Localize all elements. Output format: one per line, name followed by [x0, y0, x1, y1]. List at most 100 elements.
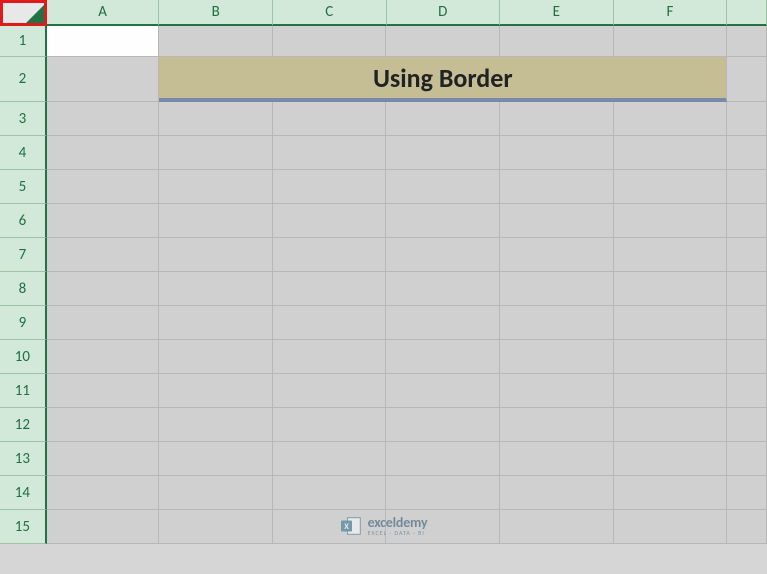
merged-title-cell[interactable]: Using Border [159, 57, 727, 102]
cell-B5[interactable] [159, 170, 273, 204]
row-header-12[interactable]: 12 [0, 408, 47, 442]
cell-A9[interactable] [47, 306, 160, 340]
row-header-2[interactable]: 2 [0, 57, 47, 102]
cell-E1[interactable] [500, 26, 614, 57]
cell-D13[interactable] [386, 442, 500, 476]
cell-G2[interactable] [727, 57, 767, 102]
row-header-14[interactable]: 14 [0, 476, 47, 510]
cell-C1[interactable] [273, 26, 387, 57]
cell-F13[interactable] [614, 442, 728, 476]
cell-A8[interactable] [47, 272, 160, 306]
cell-B8[interactable] [159, 272, 273, 306]
cell-F5[interactable] [614, 170, 728, 204]
cell-B4[interactable] [159, 136, 273, 170]
cell-F7[interactable] [614, 238, 728, 272]
cell-B12[interactable] [159, 408, 273, 442]
cell-D10[interactable] [386, 340, 500, 374]
cell-D11[interactable] [386, 374, 500, 408]
cell-C8[interactable] [273, 272, 387, 306]
cell-G9[interactable] [727, 306, 767, 340]
cell-E4[interactable] [500, 136, 614, 170]
cell-A13[interactable] [47, 442, 160, 476]
cell-D1[interactable] [386, 26, 500, 57]
row-header-7[interactable]: 7 [0, 238, 47, 272]
cell-A4[interactable] [47, 136, 160, 170]
cell-A1[interactable] [47, 26, 160, 57]
cell-F4[interactable] [614, 136, 728, 170]
cell-B14[interactable] [159, 476, 273, 510]
cell-F12[interactable] [614, 408, 728, 442]
cell-G6[interactable] [727, 204, 767, 238]
row-header-13[interactable]: 13 [0, 442, 47, 476]
cell-E13[interactable] [500, 442, 614, 476]
cell-F9[interactable] [614, 306, 728, 340]
cell-A15[interactable] [47, 510, 160, 544]
cell-E8[interactable] [500, 272, 614, 306]
cell-F8[interactable] [614, 272, 728, 306]
cell-E3[interactable] [500, 102, 614, 136]
cell-D5[interactable] [386, 170, 500, 204]
cell-B7[interactable] [159, 238, 273, 272]
column-header-B[interactable]: B [159, 0, 273, 26]
cell-E9[interactable] [500, 306, 614, 340]
cell-G15[interactable] [727, 510, 767, 544]
cell-C4[interactable] [273, 136, 387, 170]
cell-E14[interactable] [500, 476, 614, 510]
cell-A11[interactable] [47, 374, 160, 408]
cell-F14[interactable] [614, 476, 728, 510]
cell-G4[interactable] [727, 136, 767, 170]
column-header-C[interactable]: C [273, 0, 387, 26]
cell-D7[interactable] [386, 238, 500, 272]
cell-B9[interactable] [159, 306, 273, 340]
cell-B11[interactable] [159, 374, 273, 408]
cell-C9[interactable] [273, 306, 387, 340]
cell-A5[interactable] [47, 170, 160, 204]
cell-G12[interactable] [727, 408, 767, 442]
cell-C6[interactable] [273, 204, 387, 238]
row-header-15[interactable]: 15 [0, 510, 47, 544]
cell-D8[interactable] [386, 272, 500, 306]
cell-B13[interactable] [159, 442, 273, 476]
cell-G14[interactable] [727, 476, 767, 510]
cell-A14[interactable] [47, 476, 160, 510]
cell-D6[interactable] [386, 204, 500, 238]
cell-B10[interactable] [159, 340, 273, 374]
cell-B3[interactable] [159, 102, 273, 136]
cell-E5[interactable] [500, 170, 614, 204]
cell-A6[interactable] [47, 204, 160, 238]
cell-G13[interactable] [727, 442, 767, 476]
row-header-9[interactable]: 9 [0, 306, 47, 340]
cell-G8[interactable] [727, 272, 767, 306]
cell-F3[interactable] [614, 102, 728, 136]
cell-A12[interactable] [47, 408, 160, 442]
cell-F15[interactable] [614, 510, 728, 544]
cell-D3[interactable] [386, 102, 500, 136]
cell-G1[interactable] [727, 26, 767, 57]
column-header-F[interactable]: F [614, 0, 728, 26]
row-header-6[interactable]: 6 [0, 204, 47, 238]
cell-E11[interactable] [500, 374, 614, 408]
cell-G10[interactable] [727, 340, 767, 374]
cell-C14[interactable] [273, 476, 387, 510]
cell-D14[interactable] [386, 476, 500, 510]
cell-G11[interactable] [727, 374, 767, 408]
row-header-1[interactable]: 1 [0, 26, 47, 57]
cell-C11[interactable] [273, 374, 387, 408]
cell-C12[interactable] [273, 408, 387, 442]
row-header-10[interactable]: 10 [0, 340, 47, 374]
cell-B6[interactable] [159, 204, 273, 238]
select-all-button[interactable] [0, 0, 47, 26]
cell-C3[interactable] [273, 102, 387, 136]
row-header-5[interactable]: 5 [0, 170, 47, 204]
column-header-A[interactable]: A [47, 0, 160, 26]
cell-A10[interactable] [47, 340, 160, 374]
row-header-8[interactable]: 8 [0, 272, 47, 306]
cell-C15[interactable] [273, 510, 387, 544]
cell-E12[interactable] [500, 408, 614, 442]
column-header-D[interactable]: D [387, 0, 501, 26]
row-header-11[interactable]: 11 [0, 374, 47, 408]
cell-E10[interactable] [500, 340, 614, 374]
cell-F6[interactable] [614, 204, 728, 238]
cell-E15[interactable] [500, 510, 614, 544]
cell-D9[interactable] [386, 306, 500, 340]
